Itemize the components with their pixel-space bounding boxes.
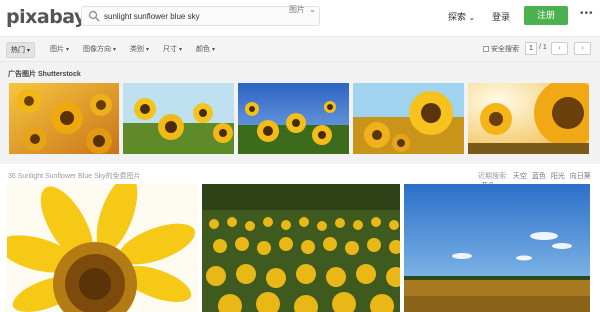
- filter-popular[interactable]: 热门 ▾: [6, 42, 36, 58]
- chevron-down-icon: ⌄: [468, 13, 476, 22]
- signup-button[interactable]: 注册: [524, 6, 568, 25]
- result-image[interactable]: [404, 184, 590, 312]
- page-number-input[interactable]: 1: [525, 42, 537, 55]
- search-type-dropdown[interactable]: 图片 ⌄: [289, 4, 316, 15]
- sunflower-photo: [123, 83, 234, 154]
- sunflower-field-photo: [202, 184, 400, 312]
- sponsored-image[interactable]: [468, 83, 589, 154]
- filter-color-label: 颜色: [196, 46, 210, 53]
- search-type-label: 图片: [289, 5, 305, 14]
- filter-color[interactable]: 颜色 ▾: [196, 44, 215, 54]
- caret-down-icon: ▾: [146, 47, 150, 53]
- filter-orientation[interactable]: 图像方向 ▾: [83, 44, 116, 54]
- more-options-icon[interactable]: •••: [580, 8, 594, 19]
- sunflower-photo: [353, 83, 464, 154]
- sunflower-photo: [468, 83, 589, 154]
- filter-images-label: 图片: [50, 46, 64, 53]
- prev-page-button[interactable]: ‹: [551, 42, 568, 55]
- page-total: / 1: [539, 44, 547, 51]
- checkbox-icon[interactable]: [483, 46, 489, 52]
- filter-orientation-label: 图像方向: [83, 46, 111, 53]
- safe-search-toggle[interactable]: 安全搜索: [483, 44, 519, 54]
- related-label: 近期搜索:: [478, 173, 508, 180]
- sponsored-section: 广告图片 Shutterstock: [0, 62, 600, 164]
- explore-label: 探索: [448, 12, 467, 22]
- results-title: 36 Sunlight Sunflower Blue Sky的免费图片: [8, 173, 141, 180]
- filter-size[interactable]: 尺寸 ▾: [163, 44, 182, 54]
- caret-down-icon: ▾: [212, 47, 216, 53]
- related-tag[interactable]: 阳光: [551, 173, 565, 180]
- login-link[interactable]: 登录: [492, 10, 510, 23]
- sunflower-closeup-photo: [7, 184, 198, 312]
- chevron-left-icon: ‹: [558, 45, 561, 52]
- sponsored-image[interactable]: [9, 83, 119, 154]
- caret-down-icon: ▾: [66, 47, 70, 53]
- top-header: pixabay 图片 ⌄ 探索 ⌄ 登录 注册 •••: [0, 0, 600, 36]
- caret-down-icon: ▾: [179, 47, 183, 53]
- filter-bar: 热门 ▾ 图片 ▾ 图像方向 ▾ 类别 ▾ 尺寸 ▾ 颜色 ▾ 安全搜索 1 / 1 ‹ ›: [0, 36, 600, 62]
- related-tag[interactable]: 向日葵: [570, 173, 591, 180]
- filter-size-label: 尺寸: [163, 46, 177, 53]
- filter-images[interactable]: 图片 ▾: [50, 44, 69, 54]
- search-input[interactable]: [104, 9, 274, 24]
- chevron-right-icon: ›: [581, 45, 584, 52]
- caret-down-icon: ▾: [113, 47, 117, 53]
- search-icon: [88, 10, 100, 22]
- search-box[interactable]: [81, 6, 320, 26]
- related-tag[interactable]: 天空: [513, 173, 527, 180]
- sponsored-image[interactable]: [353, 83, 464, 154]
- related-tag[interactable]: 蓝色: [532, 173, 546, 180]
- sunflower-sky-photo: [404, 184, 590, 312]
- sunflower-photo: [9, 83, 119, 154]
- filter-category[interactable]: 类别 ▾: [130, 44, 149, 54]
- sponsored-image[interactable]: [238, 83, 349, 154]
- sunflower-photo: [238, 83, 349, 154]
- results-header: 36 Sunlight Sunflower Blue Sky的免费图片 近期搜索…: [0, 164, 600, 190]
- safe-search-label: 安全搜索: [491, 46, 519, 53]
- sponsored-title: 广告图片 Shutterstock: [8, 71, 81, 78]
- chevron-down-icon: ⌄: [309, 5, 316, 14]
- filter-popular-label: 热门: [11, 47, 25, 54]
- sponsored-image[interactable]: [123, 83, 234, 154]
- result-image[interactable]: [202, 184, 400, 312]
- explore-menu[interactable]: 探索 ⌄: [448, 10, 475, 23]
- caret-down-icon: ▾: [27, 48, 31, 54]
- pixabay-logo[interactable]: pixabay: [6, 6, 86, 28]
- result-image[interactable]: [7, 184, 198, 312]
- next-page-button[interactable]: ›: [574, 42, 591, 55]
- filter-category-label: 类别: [130, 46, 144, 53]
